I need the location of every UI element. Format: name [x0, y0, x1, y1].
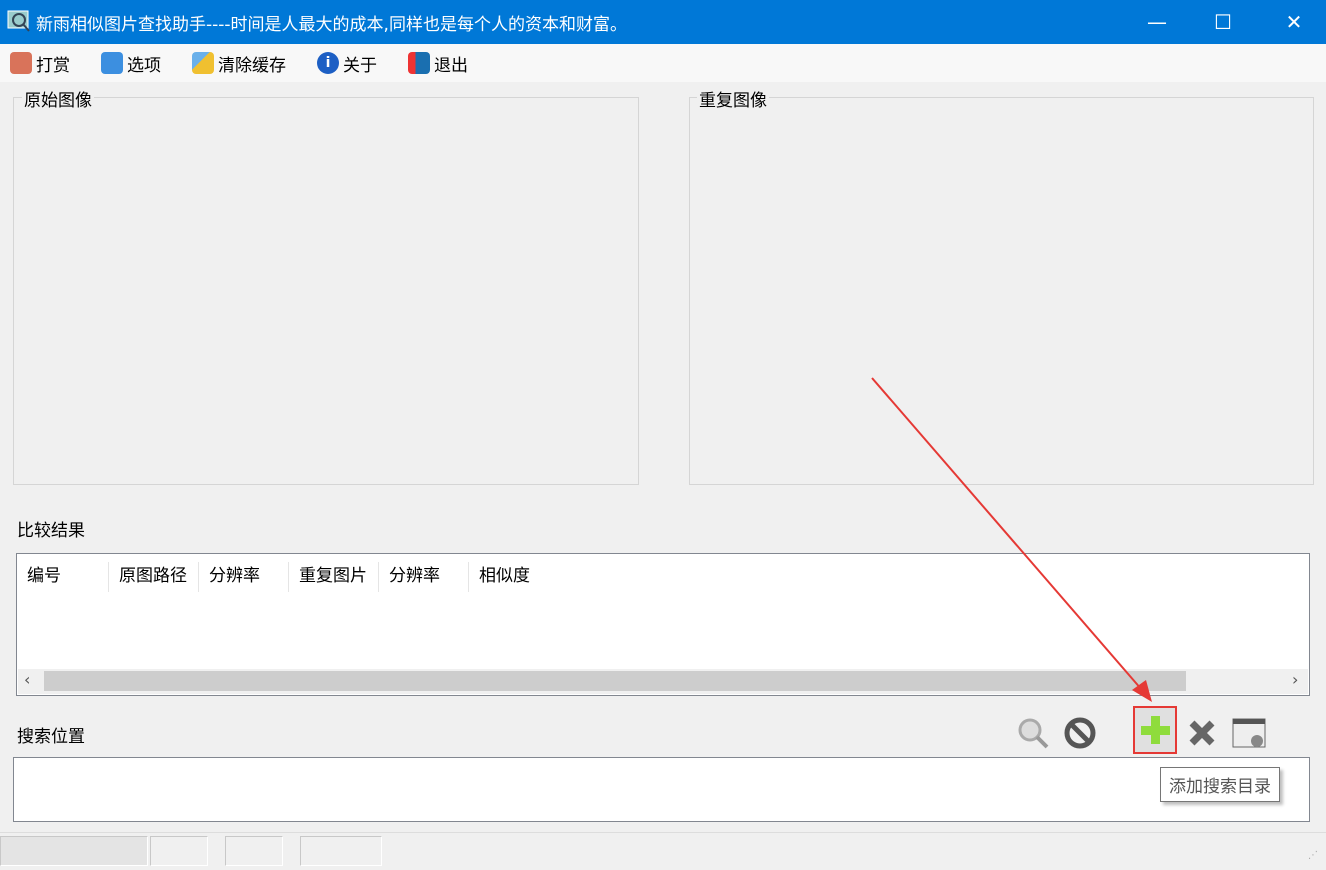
menu-donate[interactable]: 打赏 [10, 51, 70, 76]
add-directory-button[interactable] [1133, 706, 1177, 754]
close-button[interactable]: ✕ [1271, 0, 1317, 44]
search-icon [1018, 718, 1049, 749]
menu-label: 清除缓存 [218, 55, 286, 76]
search-location-label: 搜索位置 [17, 727, 85, 747]
column-header[interactable]: 相似度 [469, 562, 559, 592]
menu-clear-cache[interactable]: 清除缓存 [192, 51, 286, 76]
column-header[interactable]: 编号 [17, 562, 109, 592]
resize-grip-icon[interactable]: ⋰ [1308, 850, 1318, 861]
menu-exit[interactable]: 退出 [408, 51, 468, 76]
gift-icon [10, 52, 32, 74]
broom-icon [192, 52, 214, 74]
column-header[interactable]: 重复图片 [289, 562, 379, 592]
delete-icon [1189, 720, 1215, 746]
horizontal-scrollbar[interactable]: ‹ › [18, 669, 1308, 694]
menu-label: 退出 [434, 55, 468, 76]
search-location-list[interactable] [13, 757, 1310, 822]
scroll-right-icon[interactable]: › [1292, 670, 1298, 689]
clear-list-icon [1232, 718, 1266, 748]
results-label: 比较结果 [17, 521, 85, 541]
column-header[interactable]: 原图路径 [109, 562, 199, 592]
tooltip: 添加搜索目录 [1160, 767, 1280, 802]
menu-label: 关于 [343, 55, 377, 76]
duplicate-image-label: 重复图像 [697, 86, 769, 111]
minimize-button[interactable]: — [1134, 0, 1180, 44]
column-header[interactable]: 分辨率 [199, 562, 289, 592]
exit-door-icon [408, 52, 430, 74]
stop-icon [1064, 717, 1096, 749]
status-panel [150, 836, 208, 866]
info-icon: i [317, 52, 339, 74]
status-divider [0, 832, 1326, 833]
scrollbar-thumb[interactable] [44, 671, 1186, 691]
original-image-panel [13, 97, 639, 485]
title-bar: 新雨相似图片查找助手----时间是人最大的成本,同样也是每个人的资本和财富。 —… [0, 0, 1326, 44]
original-image-label: 原始图像 [22, 86, 94, 111]
menu-about[interactable]: i 关于 [317, 51, 377, 76]
menu-label: 打赏 [36, 55, 70, 76]
results-table[interactable]: 编号 原图路径 分辨率 重复图片 分辨率 相似度 ‹ › [16, 553, 1310, 696]
menu-options[interactable]: 选项 [101, 51, 161, 76]
gear-icon [101, 52, 123, 74]
maximize-button[interactable]: ☐ [1200, 0, 1246, 44]
status-panel [225, 836, 283, 866]
menu-label: 选项 [127, 55, 161, 76]
delete-button[interactable] [1182, 713, 1222, 753]
status-panel [300, 836, 382, 866]
app-icon [7, 10, 30, 32]
column-header[interactable]: 分辨率 [379, 562, 469, 592]
search-button[interactable] [1013, 713, 1053, 753]
duplicate-image-panel [689, 97, 1314, 485]
clear-list-button[interactable] [1229, 713, 1269, 753]
status-panel [0, 836, 148, 866]
scroll-left-icon[interactable]: ‹ [24, 670, 30, 689]
window-title: 新雨相似图片查找助手----时间是人最大的成本,同样也是每个人的资本和财富。 [36, 15, 627, 35]
add-icon [1141, 716, 1170, 744]
stop-button[interactable] [1060, 713, 1100, 753]
